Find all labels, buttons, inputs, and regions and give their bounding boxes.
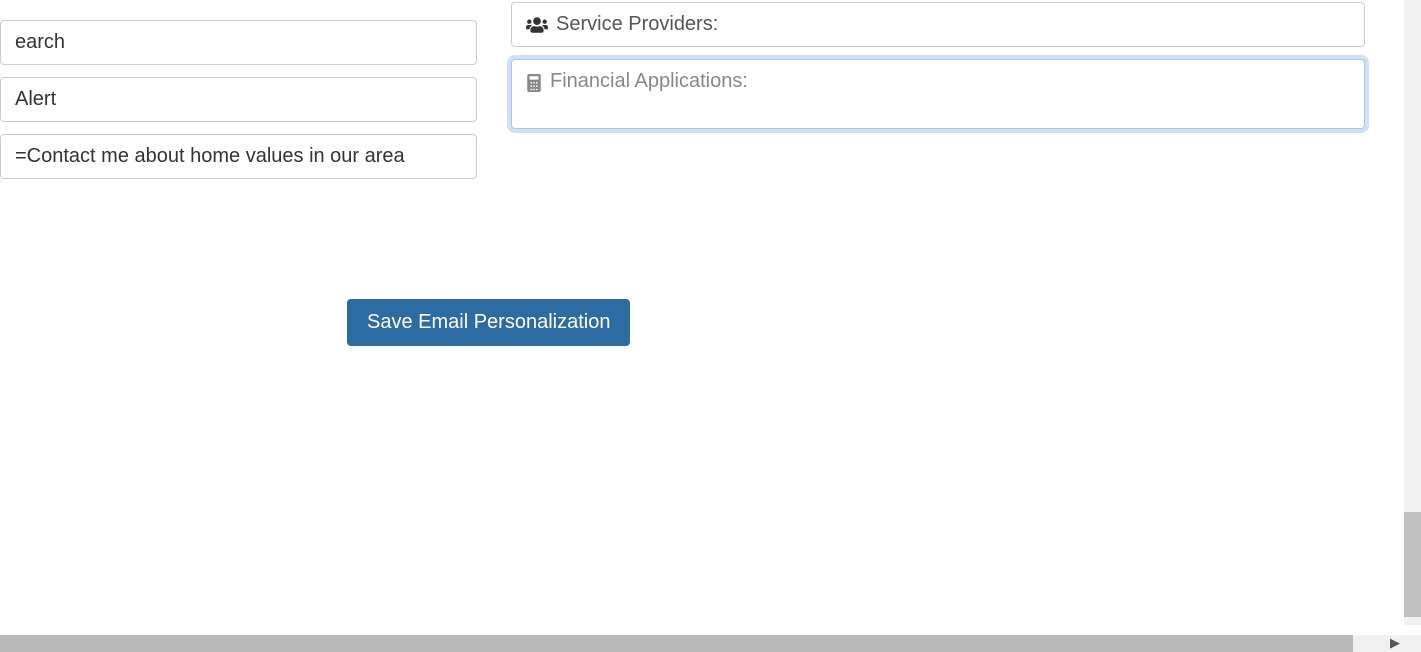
field-alert[interactable]: Alert (0, 77, 477, 122)
field-contact-home-values[interactable]: =Contact me about home values in our are… (0, 134, 477, 179)
users-icon (526, 16, 548, 34)
scrollbar-corner (1404, 635, 1421, 652)
field-text: =Contact me about home values in our are… (15, 145, 405, 168)
field-label: Financial Applications: (550, 70, 748, 93)
right-column: Service Providers: Financial Application… (511, 0, 1365, 141)
horizontal-scrollbar[interactable]: ▶ (0, 635, 1421, 652)
calculator-icon (526, 74, 542, 92)
vertical-scrollbar[interactable] (1404, 0, 1421, 625)
scrollbar-thumb[interactable] (1404, 512, 1421, 617)
field-text: earch (15, 31, 65, 54)
left-column: earch Alert =Contact me about home value… (0, 0, 477, 191)
field-search[interactable]: earch (0, 20, 477, 65)
field-label: Service Providers: (556, 13, 718, 36)
field-text: Alert (15, 88, 56, 111)
scrollbar-thumb[interactable] (0, 635, 1353, 652)
field-service-providers[interactable]: Service Providers: (511, 2, 1365, 47)
button-label: Save Email Personalization (367, 311, 610, 333)
chevron-right-icon[interactable]: ▶ (1389, 637, 1401, 649)
field-financial-applications[interactable]: Financial Applications: (511, 59, 1365, 129)
save-email-personalization-button[interactable]: Save Email Personalization (347, 299, 630, 346)
